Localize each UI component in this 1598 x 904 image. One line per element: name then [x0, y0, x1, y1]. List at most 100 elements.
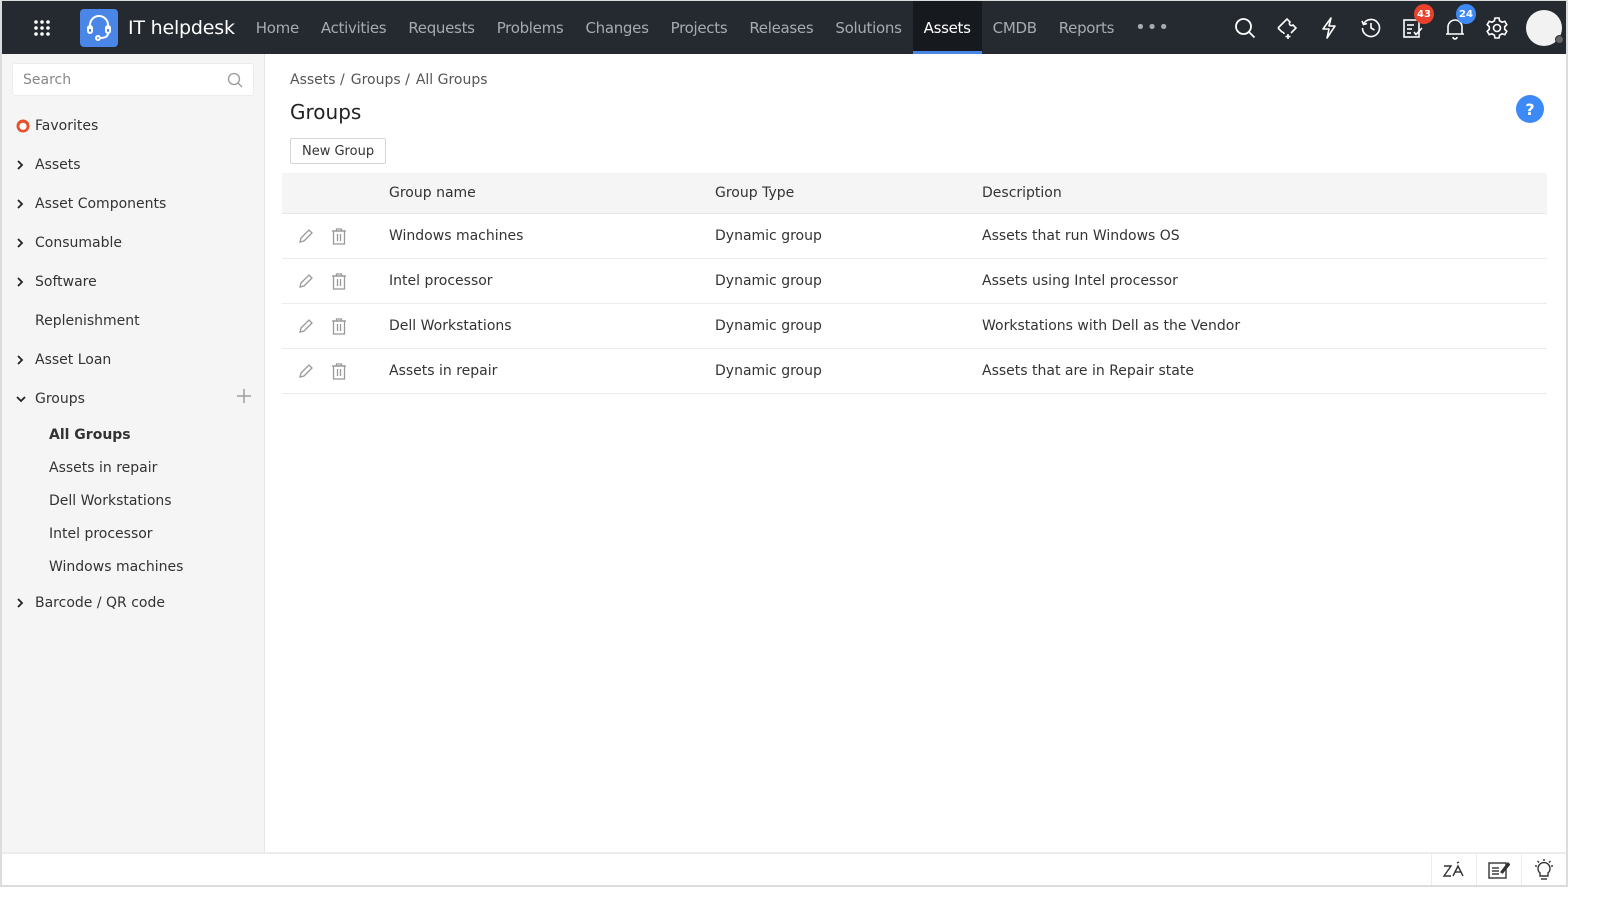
delete-button[interactable] [331, 227, 347, 245]
gear-icon [1486, 16, 1508, 39]
sidebar-item-barcode[interactable]: Barcode / QR code [2, 583, 265, 622]
sidebar-item-replenishment[interactable]: Replenishment [2, 301, 265, 340]
pencil-icon [299, 319, 313, 333]
group-type: Dynamic group [715, 318, 822, 334]
edit-button[interactable] [297, 272, 315, 290]
sidebar-item-favorites[interactable]: Favorites [2, 106, 265, 145]
nav-assets[interactable]: Assets [912, 1, 982, 54]
app-launcher-button[interactable] [22, 1, 62, 54]
group-name[interactable]: Assets in repair [389, 363, 715, 379]
column-header-description[interactable]: Description [982, 185, 1547, 201]
sidebar-item-label: Assets [35, 156, 81, 173]
delete-button[interactable] [331, 272, 347, 290]
nav-more-button[interactable]: ••• [1125, 1, 1180, 54]
edit-button[interactable] [297, 227, 315, 245]
search-icon [1235, 17, 1256, 38]
group-type: Dynamic group [715, 228, 822, 244]
sidebar-subitem-intel-processor[interactable]: Intel processor [2, 517, 265, 550]
add-group-button[interactable] [237, 389, 251, 407]
new-ticket-button[interactable] [1266, 1, 1308, 54]
tasks-button[interactable]: 43 [1392, 1, 1434, 54]
group-type: Dynamic group [715, 273, 822, 289]
group-name[interactable]: Windows machines [389, 228, 715, 244]
chevron-right-icon [17, 276, 24, 287]
table-row[interactable]: Windows machines Dynamic group Assets th… [282, 214, 1547, 259]
nav-solutions[interactable]: Solutions [824, 1, 912, 54]
table-row[interactable]: Assets in repair Dynamic group Assets th… [282, 349, 1547, 394]
nav-reports[interactable]: Reports [1048, 1, 1125, 54]
top-navigation-bar: IT helpdesk Home Activities Requests Pro… [2, 1, 1566, 54]
main-nav: Home Activities Requests Problems Change… [245, 1, 1180, 54]
search-icon[interactable] [227, 72, 243, 88]
column-header-group-type[interactable]: Group Type [715, 185, 982, 201]
table-row[interactable]: Intel processor Dynamic group Assets usi… [282, 259, 1547, 304]
sidebar-item-assets[interactable]: Assets [2, 145, 265, 184]
sidebar-subitem-windows-machines[interactable]: Windows machines [2, 550, 265, 583]
pencil-icon [299, 364, 313, 378]
chevron-right-icon [17, 159, 24, 170]
table-row[interactable]: Dell Workstations Dynamic group Workstat… [282, 304, 1547, 349]
translate-button[interactable] [1431, 854, 1476, 885]
column-header-group-name[interactable]: Group name [389, 185, 715, 201]
nav-requests[interactable]: Requests [397, 1, 485, 54]
user-avatar[interactable] [1526, 9, 1564, 46]
notes-button[interactable] [1476, 854, 1521, 885]
global-search-button[interactable] [1224, 1, 1266, 54]
group-description: Assets that run Windows OS [982, 228, 1180, 244]
app-window: IT helpdesk Home Activities Requests Pro… [0, 0, 1568, 887]
chevron-right-icon [17, 237, 24, 248]
app-logo[interactable] [80, 8, 118, 47]
nav-problems[interactable]: Problems [486, 1, 575, 54]
sidebar-item-label: Consumable [35, 234, 122, 251]
group-description: Assets that are in Repair state [982, 363, 1194, 379]
sidebar-item-asset-loan[interactable]: Asset Loan [2, 340, 265, 379]
sidebar-item-label: Groups [35, 390, 85, 407]
sidebar-subitem-all-groups[interactable]: All Groups [2, 418, 265, 451]
sidebar-item-label: Asset Components [35, 195, 167, 212]
sidebar-search-input[interactable] [23, 71, 227, 88]
sidebar: Favorites Assets Asset Components Consum… [2, 54, 265, 854]
group-type: Dynamic group [715, 363, 822, 379]
edit-button[interactable] [297, 317, 315, 335]
nav-home[interactable]: Home [245, 1, 310, 54]
sidebar-item-asset-components[interactable]: Asset Components [2, 184, 265, 223]
sidebar-item-software[interactable]: Software [2, 262, 265, 301]
sidebar-item-label: Favorites [35, 117, 99, 134]
tips-button[interactable] [1521, 854, 1566, 885]
sidebar-subitem-assets-in-repair[interactable]: Assets in repair [2, 451, 265, 484]
new-group-button[interactable]: New Group [290, 138, 387, 164]
nav-cmdb[interactable]: CMDB [982, 1, 1048, 54]
translate-icon [1442, 860, 1464, 877]
sidebar-item-consumable[interactable]: Consumable [2, 223, 265, 262]
trash-icon [332, 318, 346, 335]
history-button[interactable] [1350, 1, 1392, 54]
quick-actions-button[interactable] [1308, 1, 1350, 54]
notifications-button[interactable]: 24 [1434, 1, 1476, 54]
pencil-icon [299, 274, 313, 288]
sidebar-search [12, 63, 254, 96]
nav-projects[interactable]: Projects [660, 1, 739, 54]
group-name[interactable]: Intel processor [389, 273, 715, 289]
breadcrumb-assets[interactable]: Assets / [290, 72, 345, 88]
page-title: Groups [290, 100, 362, 124]
notes-icon [1488, 861, 1510, 879]
delete-button[interactable] [331, 362, 347, 380]
help-button[interactable]: ? [1516, 95, 1544, 123]
settings-button[interactable] [1476, 1, 1518, 54]
sidebar-item-label: Asset Loan [35, 351, 112, 368]
nav-changes[interactable]: Changes [574, 1, 659, 54]
sidebar-item-groups[interactable]: Groups [2, 379, 265, 418]
grid-icon [34, 19, 50, 36]
lightbulb-icon [1535, 858, 1553, 880]
nav-releases[interactable]: Releases [738, 1, 824, 54]
group-name[interactable]: Dell Workstations [389, 318, 715, 334]
breadcrumb: Assets / Groups / All Groups [290, 72, 488, 88]
sidebar-subitem-dell-workstations[interactable]: Dell Workstations [2, 484, 265, 517]
group-description: Workstations with Dell as the Vendor [982, 318, 1241, 334]
topbar-actions: 43 24 [1224, 1, 1566, 54]
breadcrumb-groups[interactable]: Groups / [351, 72, 410, 88]
footer-bar [2, 852, 1566, 885]
delete-button[interactable] [331, 317, 347, 335]
nav-activities[interactable]: Activities [310, 1, 397, 54]
edit-button[interactable] [297, 362, 315, 380]
